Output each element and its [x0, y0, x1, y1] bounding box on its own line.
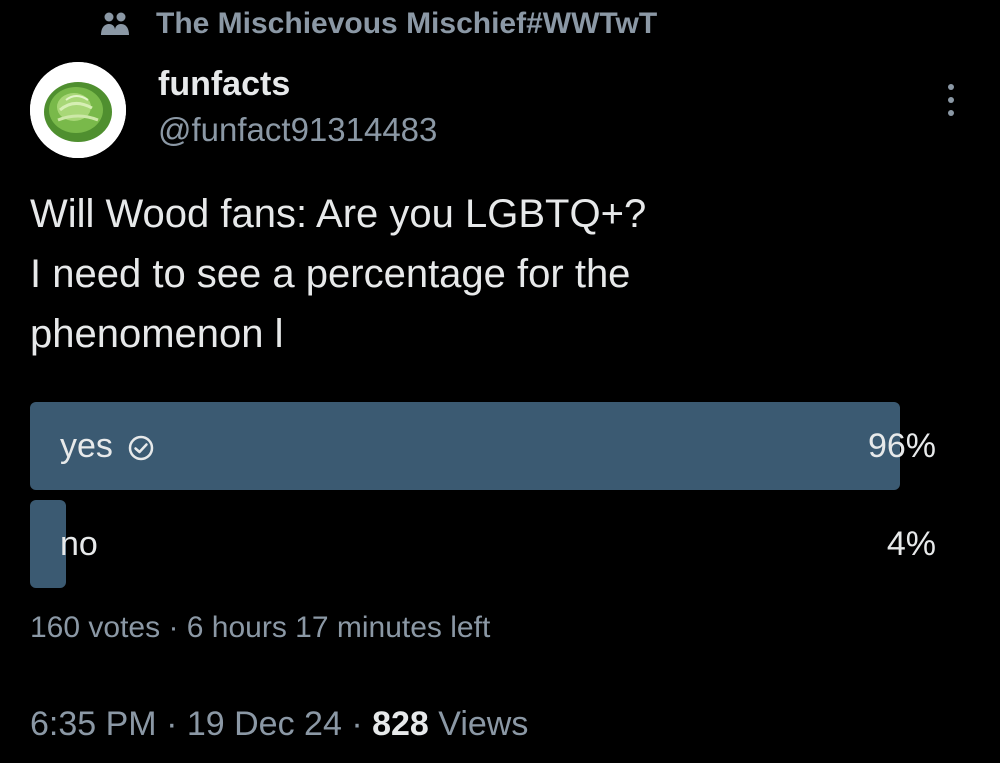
- time-left: 6 hours 17 minutes left: [186, 611, 491, 644]
- poll-option-percent: 96%: [867, 426, 936, 465]
- tweet-line: I need to see a percentage for the: [30, 252, 631, 296]
- poll-option-percent: 4%: [886, 524, 936, 563]
- vote-count: 160 votes: [30, 611, 161, 644]
- separator: ·: [351, 705, 363, 743]
- poll-label-wrap: no: [60, 500, 98, 588]
- separator: ·: [166, 705, 178, 743]
- check-circle-icon: [127, 432, 155, 461]
- more-dot: [948, 97, 954, 103]
- poll-option-no[interactable]: no 4%: [30, 500, 936, 588]
- poll-option-label: no: [60, 524, 98, 563]
- poll-meta: 160 votes · 6 hours 17 minutes left: [30, 608, 490, 648]
- people-icon: [100, 9, 130, 39]
- post-time[interactable]: 6:35 PM: [30, 705, 157, 743]
- post-date[interactable]: 19 Dec 24: [187, 705, 342, 743]
- more-vertical-icon: [948, 84, 954, 90]
- avatar[interactable]: [30, 62, 126, 158]
- tweet-line: Will Wood fans: Are you LGBTQ+?: [30, 192, 647, 236]
- separator: ·: [168, 611, 179, 644]
- community-label[interactable]: The Mischievous Mischief#WWTwT: [100, 4, 657, 44]
- user-handle[interactable]: @funfact91314483: [158, 108, 437, 152]
- poll-label-wrap: yes: [60, 402, 155, 490]
- poll-option-label: yes: [60, 426, 113, 465]
- poll-bar: [30, 402, 900, 490]
- views-label: Views: [438, 705, 529, 743]
- display-name[interactable]: funfacts: [158, 62, 290, 106]
- poll-option-yes[interactable]: yes 96%: [30, 402, 936, 490]
- more-dot: [948, 110, 954, 116]
- timestamp-row: 6:35 PM · 19 Dec 24 · 828 Views: [30, 700, 528, 748]
- community-name: The Mischievous Mischief#WWTwT: [156, 7, 658, 40]
- views-count: 828: [372, 705, 429, 743]
- cabbage-avatar: [30, 62, 126, 158]
- tweet-line: phenomenon l: [30, 312, 284, 356]
- more-button[interactable]: [936, 80, 966, 120]
- tweet-text: Will Wood fans: Are you LGBTQ+? I need t…: [30, 184, 930, 364]
